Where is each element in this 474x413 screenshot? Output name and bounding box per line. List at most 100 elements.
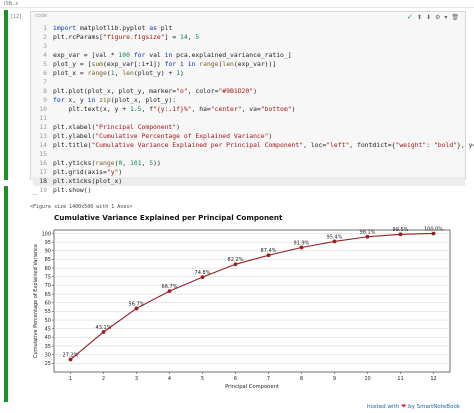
output-collapse-ellipsis[interactable]: ... <box>32 190 38 197</box>
notebook-tab-title[interactable]: ISB..x <box>4 0 18 8</box>
line-number: 8 <box>43 87 47 95</box>
code-token: pca.explained_variance_ratio_] <box>172 51 292 59</box>
line-number: 13 <box>39 132 47 140</box>
code-line[interactable]: 10 plt.text(x, y + 1.5, f "{y:.1f}%", ha=… <box>33 105 474 114</box>
code-token: : <box>426 141 434 149</box>
code-token: for <box>133 51 146 59</box>
code-token: "Cumulative Percentage of Explained Vari… <box>95 132 269 140</box>
code-line[interactable]: 13 plt.ylabel("Cumulative Percentage of E… <box>33 132 474 141</box>
line-number: 18 <box>39 177 47 185</box>
code-token: , <box>187 33 196 41</box>
code-token: plot_x = <box>53 69 88 77</box>
code-line[interactable]: 9 for x, y in zip (plot_x, plot_y): <box>33 96 474 105</box>
data-label: 91.9% <box>294 240 310 246</box>
data-label: 43.1% <box>96 325 112 331</box>
code-line[interactable]: 8 plt.plot(plot_x, plot_y, marker= "o", co… <box>33 87 474 96</box>
y-tick-label: 35 <box>45 344 51 350</box>
code-line[interactable]: 4 exp_var = [val * 100 for val in pca.exp… <box>33 51 474 60</box>
y-tick-label: 90 <box>45 249 51 255</box>
line-number: 10 <box>39 105 47 113</box>
code-line[interactable]: 16 plt.yticks(range(0, 101, 5)) <box>33 159 474 168</box>
code-token: sum <box>91 60 104 68</box>
code-token: matplotlib.pyplot <box>76 24 150 32</box>
code-line[interactable]: 17 plt.grid(axis= "y") <box>33 168 474 177</box>
code-token: , color= <box>187 87 219 95</box>
code-token: 100 <box>118 51 130 59</box>
code-token: plt.xticks(plot_x) <box>53 177 123 185</box>
code-token: 1.5 <box>129 105 142 113</box>
code-token: , fontdict={ <box>349 141 396 149</box>
code-token: , va= <box>241 105 261 113</box>
code-token: plt.xlabel( <box>53 123 96 131</box>
move-up-icon[interactable]: ⬆ <box>417 14 422 21</box>
code-token: 14 <box>179 33 188 41</box>
y-tick-label: 25 <box>45 361 51 367</box>
footer-brand[interactable]: hosted with ❤ by SmartNoteBook <box>367 403 460 410</box>
cell-output: ... <Figure size 1400x500 with 1 Axes> C… <box>30 190 466 402</box>
line-number: 4 <box>43 51 47 59</box>
code-token: x, y <box>64 96 88 104</box>
code-token: (plot_y) + <box>133 69 177 77</box>
code-token: }, y=1.06) <box>457 141 474 149</box>
code-token: "left" <box>326 141 350 149</box>
hosted-with-text: hosted with <box>366 403 400 410</box>
code-editor[interactable]: 1 import matplotlib.pyplot as plt 2 plt.rcP… <box>33 24 474 195</box>
x-tick-label: 11 <box>397 376 403 382</box>
x-tick-label: 1 <box>69 376 72 382</box>
x-tick-label: 9 <box>333 376 336 382</box>
code-token: import <box>53 24 77 32</box>
x-tick-label: 10 <box>364 376 370 382</box>
code-token: plt.text(x, y + <box>53 105 130 113</box>
code-token: ) <box>291 105 296 113</box>
code-token: "figure.figsize" <box>103 33 165 41</box>
code-token: , <box>122 159 130 167</box>
code-token: len <box>122 69 134 77</box>
figure-size-note: <Figure size 1400x500 with 1 Axes> <box>30 204 133 210</box>
x-tick-label: 3 <box>135 376 138 382</box>
code-line[interactable]: 6 plot_x = range(1, len (plot_y) + 1) <box>33 69 474 78</box>
code-token: , loc= <box>303 141 327 149</box>
code-token: "y" <box>106 168 119 176</box>
code-token: plt.yticks( <box>53 159 96 167</box>
line-number: 5 <box>43 60 47 68</box>
code-line[interactable]: 11 <box>33 114 474 123</box>
cell-type-label: code <box>35 13 48 19</box>
y-tick-label: 45 <box>45 327 51 333</box>
code-token: plt <box>156 24 173 32</box>
settings-icon[interactable]: ⚙ <box>435 14 440 21</box>
chevron-down-icon[interactable]: ▾ <box>444 14 447 21</box>
line-number: 14 <box>39 141 47 149</box>
code-line[interactable]: 3 <box>33 42 474 51</box>
code-token: plt.plot(plot_x, plot_y, marker= <box>53 87 177 95</box>
code-line[interactable]: 5 plot_y = [sum (exp_var[:i+1]) for i in r… <box>33 60 474 69</box>
code-token: in <box>187 60 196 68</box>
code-token: range <box>95 159 115 167</box>
code-line[interactable]: 15 <box>33 150 474 159</box>
code-token: "Cumulative Variance Explained per Princ… <box>91 141 304 149</box>
code-line[interactable]: 2 plt.rcParams["figure.figsize"] = 14, 5 <box>33 33 474 42</box>
code-token: plt.title( <box>53 141 92 149</box>
line-number: 6 <box>43 69 47 77</box>
code-token: zip <box>99 96 111 104</box>
code-token: , <box>114 69 123 77</box>
code-line[interactable]: 14 plt.title("Cumulative Variance Explain… <box>33 141 474 150</box>
y-tick-label: 60 <box>45 301 51 307</box>
code-token: "{y:.1f}%" <box>153 105 192 113</box>
data-label: 99.5% <box>393 227 409 233</box>
code-cell[interactable]: code ✓ ⬆ ⬇ ⚙ ▾ 🗑 1 import matplotlib.pypl… <box>30 11 474 194</box>
move-down-icon[interactable]: ⬇ <box>426 14 431 21</box>
code-token: , f <box>141 105 154 113</box>
code-line[interactable]: 7 <box>33 78 474 87</box>
code-line[interactable]: 1 import matplotlib.pyplot as plt <box>33 24 474 33</box>
line-number: 16 <box>39 159 47 167</box>
line-chart: Cumulative Variance Explained per Princi… <box>33 213 451 390</box>
cell-selection-bar <box>4 10 8 180</box>
code-line[interactable]: 12 plt.xlabel("Principal Component") <box>33 123 474 132</box>
code-line[interactable]: 18 plt.xticks(plot_x) <box>33 177 465 186</box>
code-token: ) <box>118 168 123 176</box>
code-token: 101 <box>130 159 142 167</box>
y-tick-label: 75 <box>45 275 51 281</box>
smartnotebook-text: by SmartNoteBook <box>408 403 460 410</box>
delete-icon[interactable]: 🗑 <box>451 14 459 21</box>
code-token: exp_var = [val * <box>53 51 119 59</box>
